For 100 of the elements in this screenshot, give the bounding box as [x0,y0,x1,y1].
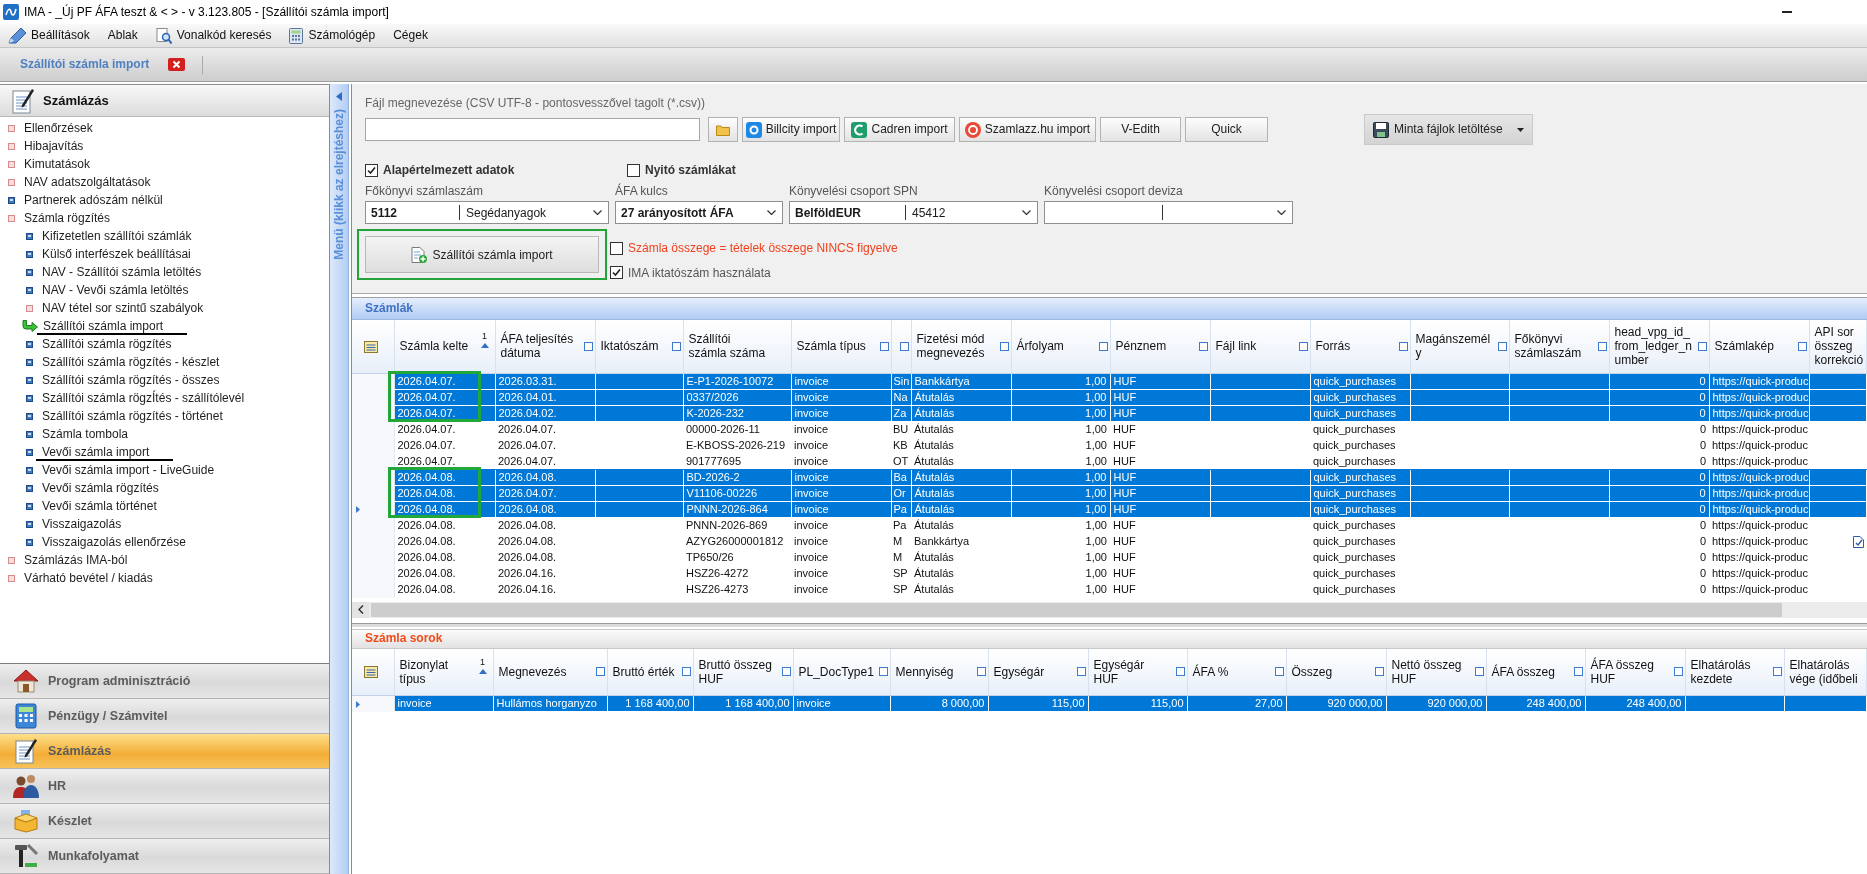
column-header[interactable]: ÁFA teljesítés dátuma [495,320,595,373]
table-row[interactable]: 2026.04.08. 2026.04.08. PNNN-2026-869 invoice Pa Átutalás 1,00 HUF quick_purchases 0 https://quick-produc [352,517,1867,533]
square-icon[interactable] [878,667,888,677]
square-icon[interactable] [781,667,791,677]
nav-item[interactable]: Készlet [0,804,329,839]
square-icon[interactable] [1772,667,1782,677]
table-icon[interactable] [364,666,378,679]
tree-item[interactable]: Vevői számla történet [42,498,157,514]
square-icon[interactable] [1474,667,1484,677]
toolbar-button[interactable]: Quick [1185,117,1268,142]
table-icon[interactable] [364,340,378,353]
tree-item[interactable]: Számlázás IMA-ból [24,552,128,568]
square-icon[interactable] [595,667,605,677]
column-header[interactable]: Megnevezés [493,648,607,696]
close-icon[interactable] [168,58,186,71]
tree-item[interactable]: NAV - Szállítói számla letöltés [42,264,202,280]
column-header[interactable]: ÁFA összeg [1486,648,1585,696]
column-header[interactable]: Számla kelte 1 [394,320,495,373]
square-icon[interactable] [899,341,909,351]
square-icon[interactable] [583,341,593,351]
column-header[interactable]: Összeg [1286,648,1386,696]
column-header[interactable]: API sor összeg korrekció [1809,320,1867,373]
scrollbar-thumb[interactable] [371,602,1782,617]
document-icon[interactable] [1852,535,1864,548]
square-icon[interactable] [671,341,681,351]
import-button[interactable]: Cadren import [844,117,955,142]
column-header[interactable]: Egységár HUF [1088,648,1187,696]
nav-item[interactable]: HR [0,769,329,804]
tree-item[interactable]: Szállítói számla rögzítés [42,336,172,352]
table-row[interactable]: 2026.04.08. 2026.04.16. HSZ26-4272 invoice SP Átutalás 1,00 HUF quick_purchases 0 https://quick-produc [352,565,1867,581]
tree-item[interactable]: Vevői számla import [42,444,150,460]
square-icon[interactable] [1175,667,1185,677]
tree-item[interactable]: Partnerek adószám nélkül [24,192,163,208]
square-icon[interactable] [681,667,691,677]
tree-item[interactable]: NAV tétel sor szintű szabályok [42,300,204,316]
tree-item[interactable]: Számla tombola [42,426,129,442]
file-name-field[interactable] [365,118,700,141]
tree-item[interactable]: Visszaigazolás [42,516,122,532]
square-icon[interactable] [1673,667,1683,677]
square-icon[interactable] [999,341,1009,351]
tree-item[interactable]: Kimutatások [24,156,91,172]
table-row[interactable]: 2026.04.07. 2026.04.07. 901777695 invoice OT Átutalás 1,00 HUF quick_purchases 0 https://quick-produc [352,453,1867,469]
tree-item[interactable]: Vevői számla rögzítés [42,480,159,496]
scroll-left-button[interactable] [352,601,369,618]
browse-button[interactable] [708,117,738,142]
column-header[interactable]: Számlakép [1709,320,1809,373]
tree-item[interactable]: Szállítói számla rögzÍtés - szállítólevél [42,390,245,406]
collapse-icon[interactable] [336,92,342,101]
tree-item[interactable]: NAV adatszolgáltatások [24,174,151,190]
square-icon[interactable] [1198,341,1208,351]
nav-item[interactable]: Munkafolyamat [0,839,329,874]
square-icon[interactable] [1098,341,1108,351]
checkbox[interactable] [365,163,378,177]
checkbox[interactable] [610,266,623,280]
square-icon[interactable] [1573,667,1583,677]
square-icon[interactable] [1274,667,1284,677]
tree-item[interactable]: Szállítói számla rögzítés - készlet [42,354,220,370]
checkbox-label[interactable]: Nyitó számlákat [645,162,736,178]
tree-item[interactable]: Külső interfészek beállításai [42,246,191,262]
square-icon[interactable] [1697,341,1707,351]
nav-item[interactable]: Program adminisztráció [0,664,329,699]
tree-item[interactable]: Kifizetetlen szállítói számlák [42,228,192,244]
menu-item[interactable]: Cégek [387,24,434,47]
menu-item[interactable]: Ablak [101,24,144,47]
column-header[interactable]: Magánszemély [1410,320,1509,373]
square-icon[interactable] [976,667,986,677]
import-button[interactable]: Billcity import [742,117,840,142]
column-header[interactable]: PL_DocType1 [793,648,890,696]
column-header[interactable]: Forrás [1310,320,1410,373]
column-header[interactable]: head_vpg_id_from_ledger_number [1609,320,1709,373]
square-icon[interactable] [1374,667,1384,677]
column-header[interactable]: Iktatószám [595,320,683,373]
tree-item[interactable]: Vevői számla import - LiveGuide [42,462,215,478]
column-header[interactable]: ÁFA % [1187,648,1286,696]
square-icon[interactable] [1398,341,1408,351]
tree-item[interactable]: Visszaigazolás ellenőrzése [42,534,186,550]
column-header[interactable]: Bizonylat típus 1 [394,648,493,696]
nav-item[interactable]: Pénzügy / Számvitel [0,699,329,734]
checkbox[interactable] [610,242,623,256]
import-button[interactable]: Szállítói számla import [365,236,599,274]
tree-item[interactable]: Számla rögzítés [24,210,111,226]
column-header[interactable]: Bruttó érték [607,648,693,696]
tree-item[interactable]: Ellenőrzések [24,120,93,136]
table-row[interactable]: 2026.04.08. 2026.04.08. BD-2026-2 invoice Ba Átutalás 1,00 HUF quick_purchases 0 https://quick-produc [352,469,1867,485]
tree-item[interactable]: Hibajavítás [24,138,84,154]
column-header[interactable]: Elhatárolás kezdete [1685,648,1784,696]
import-button[interactable]: Szamlazz.hu import [959,117,1096,142]
checkbox[interactable] [627,163,640,177]
table-row[interactable]: 2026.04.07. 2026.04.07. E-KBOSS-2026-219 invoice KB Átutalás 1,00 HUF quick_purchases 0 https://quick-produc [352,437,1867,453]
checkbox-label[interactable]: IMA iktatószám használata [628,265,771,281]
square-icon[interactable] [1298,341,1308,351]
scrollbar[interactable] [352,601,1867,618]
column-header[interactable] [891,320,911,373]
checkbox-label[interactable]: Alapértelmezett adatok [383,162,515,178]
tree-item[interactable]: Szállítói számla rögzítés - összes [42,372,220,388]
column-header[interactable]: Nettó összeg HUF [1386,648,1486,696]
column-header[interactable]: Főkönyvi számlaszám [1509,320,1609,373]
column-header[interactable]: Bruttó összeg HUF [693,648,793,696]
tree-item[interactable]: Várható bevétel / kiadás [24,570,153,586]
table-row[interactable]: 2026.04.07. 2026.04.07. 00000-2026-11 invoice BU Átutalás 1,00 HUF quick_purchases 0 https://quick-produc [352,421,1867,437]
